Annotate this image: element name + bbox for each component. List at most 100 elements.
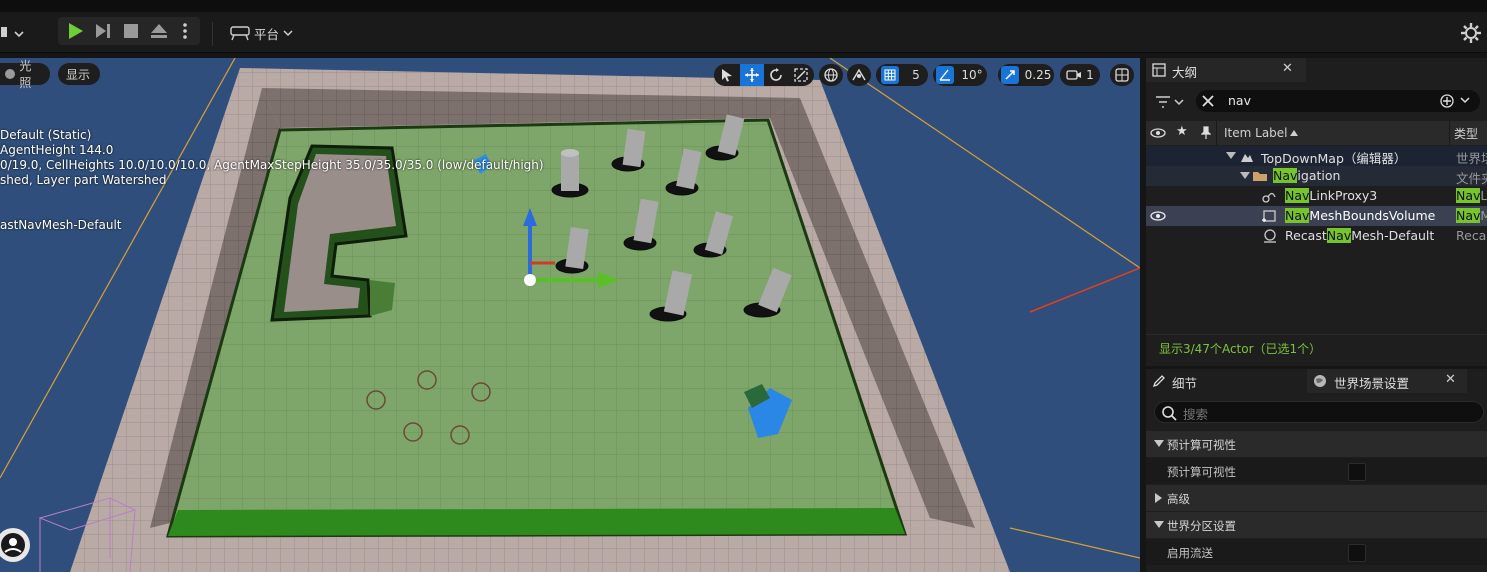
scale-mode-button[interactable]	[788, 64, 814, 86]
filter-dropdown[interactable]	[1154, 92, 1184, 112]
column-item-label[interactable]: Item Label	[1224, 126, 1288, 140]
stat-line-3: 0/19.0, CellHeights 10.0/10.0/10.0, Agen…	[0, 158, 544, 172]
details-search-input[interactable]: 搜索	[1154, 401, 1484, 423]
show-button[interactable]: 显示	[58, 63, 100, 85]
world-icon	[1241, 154, 1253, 162]
step-button[interactable]	[90, 18, 116, 44]
more-vertical-icon	[183, 23, 187, 39]
grid-snap-value[interactable]: 5	[904, 64, 928, 86]
surface-snap-icon	[852, 68, 866, 81]
surface-snap-button[interactable]	[847, 64, 871, 86]
scene-render	[0, 58, 1140, 572]
outliner-row-recastnavmesh[interactable]: RecastNavMesh-Default Recas	[1146, 226, 1487, 246]
category-label: 预计算可视性	[1167, 438, 1236, 452]
category-advanced[interactable]: 高级	[1146, 485, 1487, 511]
visibility-eye-icon[interactable]	[1150, 211, 1166, 221]
category-world-partition[interactable]: 世界分区设置	[1146, 512, 1487, 538]
expand-arrow-icon	[1154, 521, 1164, 528]
rotate-icon	[770, 68, 782, 81]
settings-button[interactable]	[1458, 20, 1484, 46]
camera-icon	[1066, 70, 1082, 80]
select-mode-button[interactable]	[714, 64, 740, 86]
stop-button[interactable]	[118, 18, 144, 44]
level-viewport[interactable]: 光照 显示 5 10° 0.25 1 Default (Static) Agen…	[0, 58, 1140, 572]
search-icon	[1162, 406, 1177, 421]
navmesh-icon	[1264, 229, 1276, 243]
volume-icon	[1262, 210, 1276, 222]
row-label: MeshBoundsVolume	[1309, 208, 1436, 223]
modes-dropdown[interactable]	[0, 20, 26, 46]
translate-mode-button[interactable]	[740, 64, 764, 86]
globe-icon	[1314, 375, 1326, 387]
row-label: igation	[1297, 168, 1341, 183]
sort-ascending-icon	[1290, 130, 1298, 136]
grid-snap-toggle[interactable]	[876, 64, 904, 86]
chevron-down-icon	[283, 30, 293, 37]
row-type: 文件夹	[1456, 171, 1487, 186]
details-tab[interactable]: 细节	[1146, 369, 1306, 393]
visibility-eye-icon[interactable]	[1150, 128, 1166, 138]
outliner-panel: 大纲 ✕ nav ★ Item Label 类型 TopDownMap（编辑器）…	[1146, 58, 1487, 366]
search-placeholder: 搜索	[1183, 407, 1209, 422]
column-type[interactable]: 类型	[1454, 125, 1478, 142]
camera-speed-button[interactable]: 1	[1060, 64, 1100, 86]
eject-button[interactable]	[146, 18, 172, 44]
category-label: 高级	[1167, 492, 1190, 506]
play-button[interactable]	[62, 18, 88, 44]
enable-streaming-checkbox[interactable]	[1348, 544, 1366, 562]
add-icon[interactable]	[1440, 94, 1454, 108]
outliner-tab[interactable]: 大纲 ✕	[1146, 58, 1306, 82]
rotation-snap-toggle[interactable]	[933, 64, 957, 86]
world-settings-tab[interactable]: 世界场景设置 ✕	[1307, 369, 1467, 393]
camera-orbit-icon	[1, 533, 25, 557]
rotate-mode-button[interactable]	[764, 64, 788, 86]
play-icon	[69, 23, 83, 39]
details-panel: 细节 世界场景设置 ✕ 搜索 预计算可视性 预计算可视性 高级 世界分区设置 启…	[1146, 369, 1487, 572]
stat-line-5: astNavMesh-Default	[0, 218, 122, 232]
close-icon[interactable]: ✕	[1445, 372, 1456, 387]
outliner-row-navigation-folder[interactable]: Navigation 文件夹	[1146, 166, 1487, 186]
expand-arrow-icon[interactable]	[1226, 152, 1236, 160]
camera-speed-value: 1	[1086, 68, 1094, 82]
play-options-button[interactable]	[176, 18, 194, 44]
grid-icon	[881, 66, 899, 84]
property-precompute-visibility: 预计算可视性	[1146, 458, 1487, 484]
lit-mode-button[interactable]: 光照	[0, 59, 50, 90]
precompute-visibility-checkbox[interactable]	[1348, 463, 1366, 481]
row-type: M	[1480, 208, 1487, 223]
outliner-row-navlinkproxy[interactable]: NavLinkProxy3 NavL	[1146, 186, 1487, 206]
category-precompute-visibility[interactable]: 预计算可视性	[1146, 431, 1487, 457]
platform-dropdown[interactable]: 平台	[230, 20, 300, 46]
coordinate-system-button[interactable]	[819, 64, 843, 86]
rotation-snap-value[interactable]: 10°	[957, 64, 987, 86]
row-highlight: Nav	[1285, 188, 1310, 203]
outliner-row-navmeshboundsvolume-selected[interactable]: NavMeshBoundsVolume NavM	[1146, 206, 1487, 226]
move-icon	[745, 68, 759, 82]
main-toolbar: 平台	[0, 12, 1487, 53]
chevron-down-icon[interactable]	[1460, 97, 1470, 105]
type-highlight: Nav	[1456, 208, 1481, 223]
modes-icon	[1, 27, 24, 38]
scale-snap-value[interactable]: 0.25	[1022, 64, 1054, 86]
show-label: 显示	[66, 67, 91, 82]
row-label: LinkProxy3	[1309, 188, 1378, 203]
outliner-row-world[interactable]: TopDownMap（编辑器） 世界场	[1146, 146, 1487, 166]
outliner-search-input[interactable]: nav	[1196, 90, 1480, 112]
scale-snap-icon	[1001, 66, 1019, 84]
scale-snap-toggle[interactable]	[998, 64, 1022, 86]
outliner-footer-count: 显示3/47个Actor（已选1个）	[1159, 342, 1322, 356]
clear-search-icon[interactable]	[1202, 95, 1214, 107]
row-highlight: Nav	[1273, 168, 1298, 183]
viewport-layout-button[interactable]	[1110, 64, 1134, 86]
property-label: 预计算可视性	[1167, 465, 1236, 479]
star-icon[interactable]: ★	[1176, 124, 1188, 139]
pin-icon[interactable]	[1201, 126, 1211, 140]
row-type: 世界场	[1456, 151, 1487, 166]
close-icon[interactable]: ✕	[1282, 61, 1293, 76]
row-label-prefix: Recast	[1285, 228, 1327, 243]
folder-icon	[1253, 172, 1267, 181]
expand-arrow-icon[interactable]	[1240, 172, 1250, 180]
stop-icon	[124, 24, 138, 38]
camera-orbit-button[interactable]	[0, 528, 30, 562]
details-tab-label: 细节	[1172, 376, 1198, 391]
